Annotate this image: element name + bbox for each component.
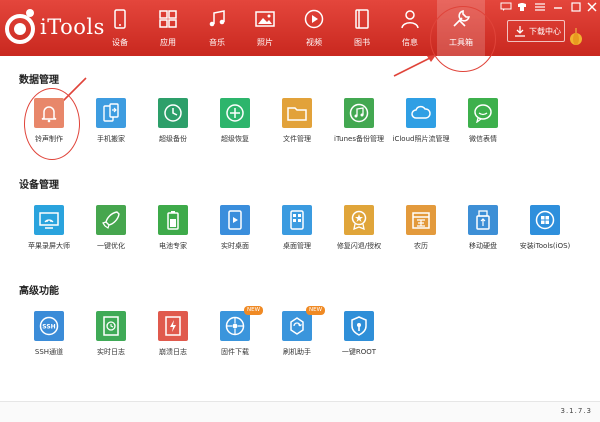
realtime-desktop-icon — [220, 205, 250, 235]
screen-record-icon — [34, 205, 64, 235]
log-icon — [96, 311, 126, 341]
tile-install-itools-ios[interactable]: 安装iTools(iOS) — [514, 205, 576, 269]
tile-fix-crash-auth[interactable]: 修复闪退/授权 — [328, 205, 390, 269]
tile-crash-log[interactable]: 崩溃日志 — [142, 311, 204, 375]
video-icon — [304, 9, 324, 29]
crash-log-icon — [158, 311, 188, 341]
nav-label: 信息 — [402, 38, 418, 47]
new-badge: NEW — [306, 306, 326, 315]
rocket-icon — [96, 205, 126, 235]
tile-lunar-calendar[interactable]: 农历 — [390, 205, 452, 269]
desktop-grid-icon — [282, 205, 312, 235]
svg-text:SSH: SSH — [42, 324, 55, 331]
nav-music[interactable]: 音乐 — [193, 0, 241, 56]
version-label: 3.1.7.3 — [560, 407, 592, 415]
tile-one-click-root[interactable]: 一键ROOT — [328, 311, 390, 375]
nav-info[interactable]: 信息 — [386, 0, 434, 56]
calendar-icon — [406, 205, 436, 235]
cloud-icon — [406, 98, 436, 128]
apps-icon — [159, 10, 177, 28]
root-shield-icon — [344, 311, 374, 341]
flash-icon — [282, 311, 312, 341]
nav-label: 设备 — [112, 38, 128, 47]
minimize-icon[interactable] — [552, 2, 564, 12]
tile-ringtone-maker[interactable]: 铃声制作 — [18, 98, 80, 162]
restore-icon — [220, 98, 250, 128]
tile-one-click-optimize[interactable]: 一键优化 — [80, 205, 142, 269]
section-title-advanced: 高级功能 — [19, 286, 59, 297]
device-icon — [114, 9, 126, 29]
tile-flash-assistant[interactable]: NEW 刷机助手 — [266, 306, 328, 375]
maximize-icon[interactable] — [570, 2, 582, 12]
itools-install-icon — [530, 205, 560, 235]
download-icon — [515, 26, 525, 37]
itunes-icon — [344, 98, 374, 128]
section-title-device: 设备管理 — [19, 180, 59, 191]
tile-realtime-desktop[interactable]: 实时桌面 — [204, 205, 266, 269]
tile-label: 安装iTools(iOS) — [519, 242, 571, 250]
folder-icon — [282, 98, 312, 128]
itools-logo-icon — [5, 9, 35, 44]
phone-transfer-icon — [96, 98, 126, 128]
tile-ssh-channel[interactable]: SSH SSH通道 — [18, 311, 80, 375]
new-badge: NEW — [244, 306, 264, 315]
nav-books[interactable]: 图书 — [338, 0, 386, 56]
nav-video[interactable]: 视频 — [290, 0, 338, 56]
bell-icon — [34, 98, 64, 128]
tile-phone-transfer[interactable]: 手机搬家 — [80, 98, 142, 162]
tile-screen-recorder[interactable]: 苹果录屏大师 — [18, 205, 80, 269]
tile-firmware-download[interactable]: NEW 固件下载 — [204, 306, 266, 375]
nav-label: 音乐 — [209, 38, 225, 47]
menu-icon[interactable] — [534, 2, 546, 12]
download-center-label: 下载中心 — [529, 27, 561, 36]
photo-icon — [255, 11, 275, 27]
firecracker-decoration-icon — [570, 28, 582, 45]
firmware-icon — [220, 311, 250, 341]
ssh-icon: SSH — [34, 311, 64, 341]
nav-device[interactable]: 设备 — [96, 0, 144, 56]
usb-icon — [468, 205, 498, 235]
tile-mobile-disk[interactable]: 移动硬盘 — [452, 205, 514, 269]
clock-backup-icon — [158, 98, 188, 128]
tile-super-backup[interactable]: 超级备份 — [142, 98, 204, 162]
feedback-icon[interactable] — [500, 2, 512, 12]
repair-badge-icon — [344, 205, 374, 235]
tile-label: 一键ROOT — [341, 348, 377, 356]
download-center-button[interactable]: 下载中心 — [507, 20, 565, 42]
user-icon — [401, 10, 419, 29]
nav-label: 视频 — [306, 38, 322, 47]
nav-label: 照片 — [257, 38, 273, 47]
annotation-arrow-icon — [393, 55, 436, 77]
music-icon — [209, 10, 225, 27]
tile-label: 微信表情 — [469, 135, 497, 143]
tile-super-restore[interactable]: 超级恢复 — [204, 98, 266, 162]
close-icon[interactable] — [586, 2, 598, 12]
tile-itunes-backup[interactable]: iTunes备份管理 — [328, 98, 390, 162]
tile-wechat-emoji[interactable]: 微信表情 — [452, 98, 514, 162]
wechat-smile-icon — [468, 98, 498, 128]
skin-icon[interactable] — [516, 2, 528, 12]
battery-icon — [158, 205, 188, 235]
nav-label: 应用 — [160, 38, 176, 47]
top-bar: iTools 设备 应用 音乐 照片 视频 图书 信息 工具箱 下载中心 — [0, 0, 600, 56]
tile-file-manager[interactable]: 文件管理 — [266, 98, 328, 162]
tile-realtime-log[interactable]: 实时日志 — [80, 311, 142, 375]
nav-photos[interactable]: 照片 — [241, 0, 289, 56]
tile-desktop-manager[interactable]: 桌面管理 — [266, 205, 328, 269]
nav-apps[interactable]: 应用 — [144, 0, 192, 56]
tile-icloud-photostream[interactable]: iCloud照片流管理 — [390, 98, 452, 162]
book-icon — [355, 9, 369, 29]
status-bar: 3.1.7.3 — [0, 401, 600, 422]
tile-battery-expert[interactable]: 电池专家 — [142, 205, 204, 269]
nav-label: 图书 — [354, 38, 370, 47]
